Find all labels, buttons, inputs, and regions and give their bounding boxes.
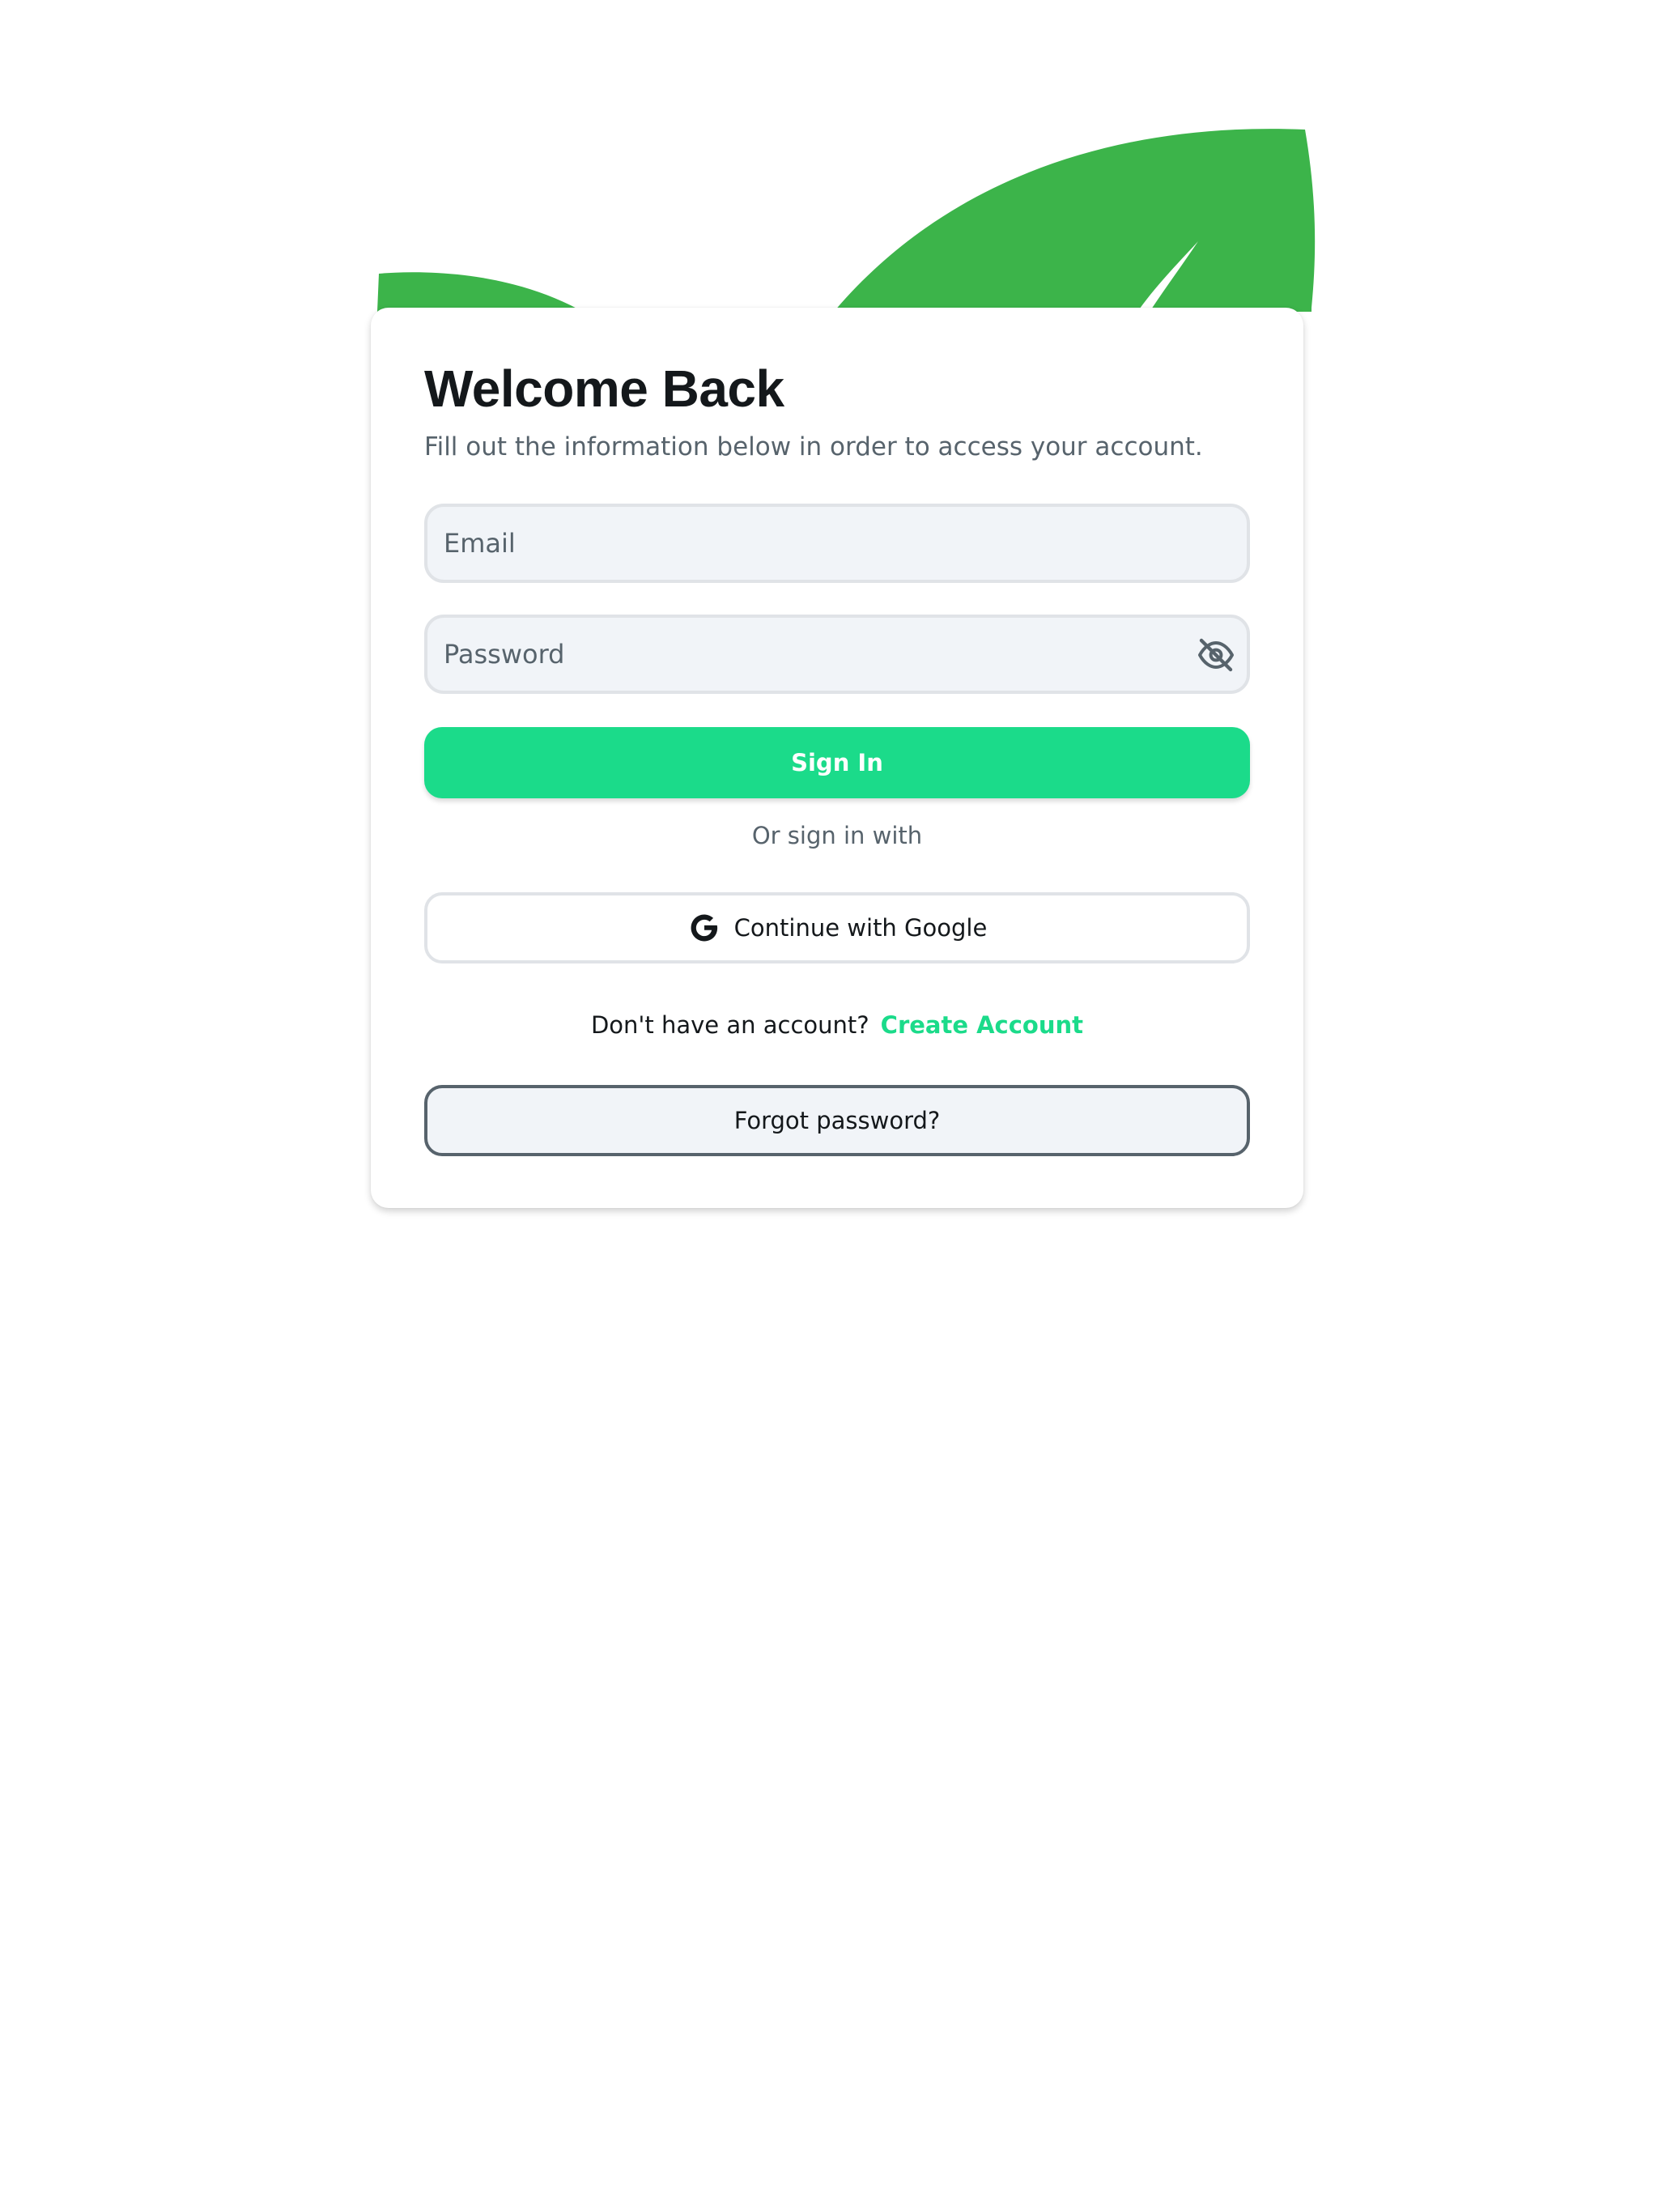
leaf-icon-left <box>377 272 583 312</box>
google-button-label: Continue with Google <box>733 914 988 942</box>
sign-in-button[interactable]: Sign In <box>424 727 1250 798</box>
page-subtitle: Fill out the information below in order … <box>424 432 1203 462</box>
email-input[interactable] <box>444 507 1172 580</box>
create-account-link[interactable]: Create Account <box>881 1011 1083 1039</box>
eye-off-icon[interactable] <box>1197 636 1235 674</box>
password-input[interactable] <box>444 618 1172 691</box>
google-g-icon <box>691 914 717 942</box>
no-account-text: Don't have an account? <box>590 1011 869 1039</box>
forgot-password-button[interactable]: Forgot password? <box>424 1085 1250 1156</box>
email-field[interactable] <box>424 504 1250 583</box>
page-title: Welcome Back <box>424 359 784 418</box>
create-account-row: Don't have an account? Create Account <box>371 1009 1303 1041</box>
login-card: Welcome Back Fill out the information be… <box>371 308 1303 1208</box>
or-sign-in-with-text: Or sign in with <box>751 822 923 849</box>
leaf-icon-right <box>834 129 1316 312</box>
password-field[interactable] <box>424 615 1250 694</box>
login-screen: Welcome Back Fill out the information be… <box>0 0 1658 2212</box>
google-sign-in-button[interactable]: Continue with Google <box>424 892 1250 963</box>
leaf-decoration <box>377 129 1316 312</box>
